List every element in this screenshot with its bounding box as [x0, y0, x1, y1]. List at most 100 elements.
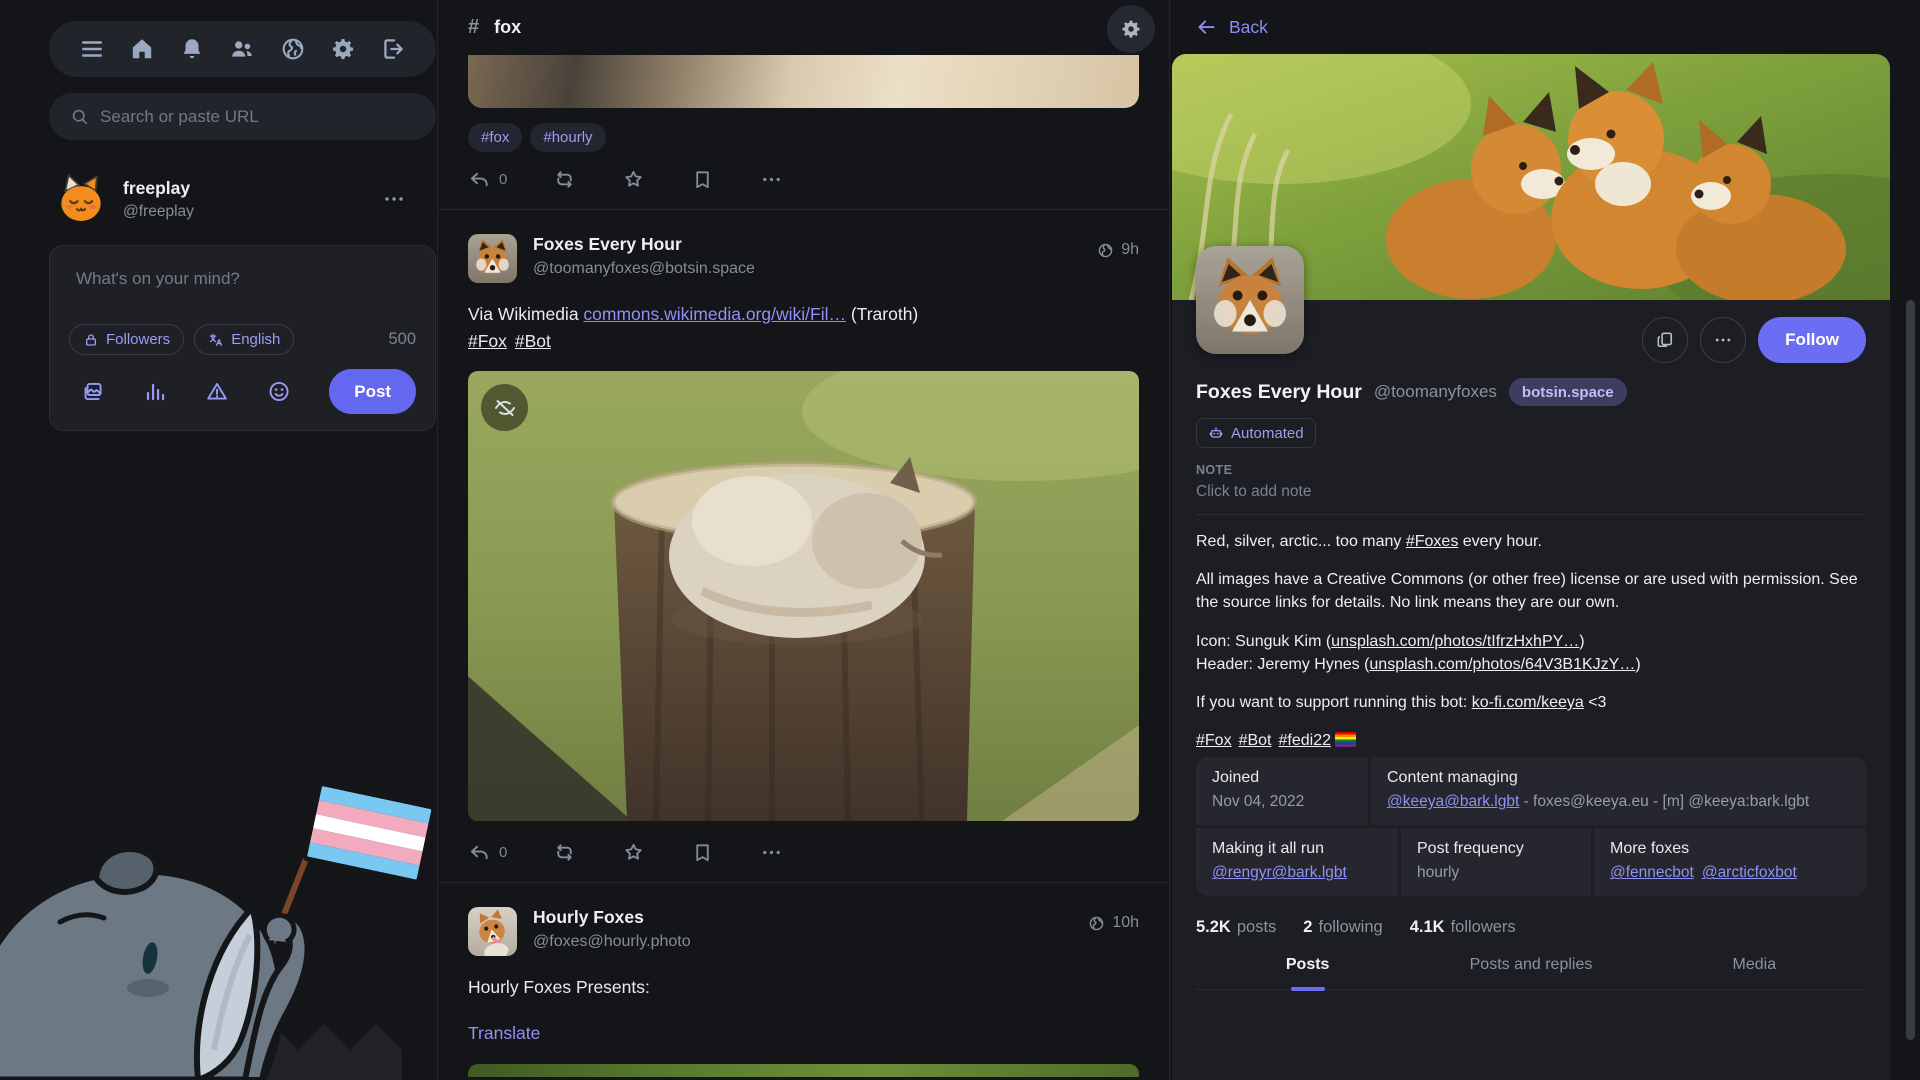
people-button[interactable]: [229, 36, 255, 62]
visibility-button[interactable]: Followers: [69, 324, 184, 355]
post-button[interactable]: Post: [329, 369, 416, 414]
post-tag-pills: #fox #hourly: [468, 123, 1139, 152]
account-more-button[interactable]: [382, 187, 406, 211]
keeya-link[interactable]: @keeya@bark.lgbt: [1387, 793, 1519, 810]
post-timestamp[interactable]: 10h: [1112, 914, 1139, 932]
tab-posts[interactable]: Posts: [1196, 956, 1419, 989]
note-placeholder[interactable]: Click to add note: [1196, 483, 1866, 501]
ellipsis-icon: [760, 168, 783, 191]
sign-out-icon: [380, 36, 406, 62]
image-icon: [81, 379, 105, 404]
translate-button[interactable]: Translate: [468, 1023, 540, 1044]
back-arrow-icon: [1196, 17, 1217, 38]
profile-handle[interactable]: @toomanyfoxes: [1374, 382, 1497, 402]
automated-label: Automated: [1231, 425, 1304, 442]
field-content-managing: Content managing @keeya@bark.lgbt - foxe…: [1371, 757, 1866, 825]
post-author[interactable]: Hourly Foxes: [533, 907, 691, 928]
compose-box[interactable]: What's on your mind? Followers English 5…: [49, 245, 436, 431]
reply-button[interactable]: 0: [468, 168, 507, 191]
hashtag-link-fedi22[interactable]: #fedi22: [1279, 732, 1332, 749]
stat-following[interactable]: 2following: [1303, 918, 1382, 937]
hashtag-link-bot[interactable]: #Bot: [1239, 732, 1272, 749]
timeline-settings-button[interactable]: [1107, 5, 1155, 53]
tab-media[interactable]: Media: [1643, 956, 1866, 989]
post-more-button[interactable]: [760, 168, 783, 191]
visibility-label: Followers: [106, 331, 170, 348]
profile-stats: 5.2Kposts 2following 4.1Kfollowers: [1196, 918, 1866, 937]
poll-icon: [143, 379, 167, 404]
favourite-button[interactable]: [622, 168, 645, 191]
avatar[interactable]: [54, 172, 108, 226]
smiley-icon: [267, 379, 291, 404]
reply-count: 0: [499, 171, 507, 188]
post-content: Hourly Foxes Presents:: [468, 974, 1139, 1001]
field-joined: Joined Nov 04, 2022: [1196, 757, 1368, 825]
server-badge[interactable]: botsin.space: [1509, 378, 1627, 406]
post-text: Via Wikimedia: [468, 304, 583, 324]
hashtag-link-fox[interactable]: #Fox: [1196, 732, 1232, 749]
display-name: freeplay: [123, 178, 194, 199]
language-button[interactable]: English: [194, 324, 294, 355]
rengyr-link[interactable]: @rengyr@bark.lgbt: [1212, 864, 1347, 881]
menu-button[interactable]: [79, 36, 105, 62]
hide-image-button[interactable]: [481, 384, 528, 431]
hashtag-timeline: # fox #fox #hourly 0: [437, 0, 1170, 1080]
post-image-partial[interactable]: [468, 55, 1139, 108]
bookmark-button[interactable]: [691, 168, 714, 191]
favourite-button[interactable]: [622, 841, 645, 864]
icon-credit-link[interactable]: unsplash.com/photos/tIfrzHxhPY…: [1331, 633, 1579, 650]
kofi-link[interactable]: ko-fi.com/keeya: [1472, 694, 1584, 711]
header-credit-link[interactable]: unsplash.com/photos/64V3B1KJzY…: [1369, 656, 1635, 673]
hashtag-link-fox[interactable]: #Fox: [468, 331, 507, 351]
notifications-button[interactable]: [179, 36, 205, 62]
avatar[interactable]: [468, 234, 517, 283]
post-image-partial-bottom[interactable]: [468, 1064, 1139, 1077]
scrollbar-thumb[interactable]: [1906, 300, 1915, 1040]
character-count: 500: [388, 330, 416, 349]
attach-media-button[interactable]: [81, 379, 105, 404]
add-poll-button[interactable]: [143, 379, 167, 404]
follow-button[interactable]: Follow: [1758, 317, 1866, 363]
stat-followers[interactable]: 4.1Kfollowers: [1410, 918, 1516, 937]
sign-out-button[interactable]: [380, 36, 406, 62]
post-image-fox-on-stump[interactable]: [468, 371, 1139, 821]
profile-note[interactable]: NOTE Click to add note: [1196, 463, 1866, 515]
wikimedia-link[interactable]: commons.wikimedia.org/wiki/Fil…: [583, 304, 846, 324]
home-icon: [129, 36, 155, 62]
back-button[interactable]: Back: [1196, 17, 1268, 38]
robot-icon: [1208, 425, 1224, 441]
post-hourly-foxes[interactable]: Hourly Foxes @foxes@hourly.photo 10h Hou…: [468, 883, 1139, 1077]
avatar[interactable]: [468, 907, 517, 956]
explore-button[interactable]: [280, 36, 306, 62]
stat-posts[interactable]: 5.2Kposts: [1196, 918, 1276, 937]
fennecbot-link[interactable]: @fennecbot: [1610, 864, 1694, 881]
content-warning-button[interactable]: [205, 379, 229, 404]
tag-pill-fox[interactable]: #fox: [468, 123, 522, 152]
copy-profile-link-button[interactable]: [1642, 317, 1688, 363]
hashtag-link-bot[interactable]: #Bot: [515, 331, 551, 351]
bookmark-button[interactable]: [691, 841, 714, 864]
boost-button[interactable]: [553, 841, 576, 864]
arcticfoxbot-link[interactable]: @arcticfoxbot: [1702, 864, 1797, 881]
post-more-button[interactable]: [760, 841, 783, 864]
post-author-handle[interactable]: @toomanyfoxes@botsin.space: [533, 260, 755, 278]
home-button[interactable]: [129, 36, 155, 62]
boost-button[interactable]: [553, 168, 576, 191]
profile-more-button[interactable]: [1700, 317, 1746, 363]
post-timestamp[interactable]: 9h: [1121, 241, 1139, 259]
post-author[interactable]: Foxes Every Hour: [533, 234, 755, 255]
profile-avatar[interactable]: [1196, 246, 1304, 354]
tag-pill-hourly[interactable]: #hourly: [530, 123, 605, 152]
eye-off-icon: [493, 396, 517, 420]
hashtag-link-foxes[interactable]: #Foxes: [1406, 533, 1458, 550]
post-author-handle[interactable]: @foxes@hourly.photo: [533, 933, 691, 951]
bookmark-icon: [691, 168, 714, 191]
settings-button[interactable]: [330, 36, 356, 62]
globe-icon: [280, 36, 306, 62]
reply-button[interactable]: 0: [468, 841, 507, 864]
post-foxes-every-hour[interactable]: Foxes Every Hour @toomanyfoxes@botsin.sp…: [468, 210, 1139, 883]
profile-fields: Joined Nov 04, 2022 Content managing @ke…: [1196, 757, 1866, 896]
search-input[interactable]: Search or paste URL: [49, 93, 436, 140]
tab-posts-and-replies[interactable]: Posts and replies: [1419, 956, 1642, 989]
emoji-button[interactable]: [267, 379, 291, 404]
